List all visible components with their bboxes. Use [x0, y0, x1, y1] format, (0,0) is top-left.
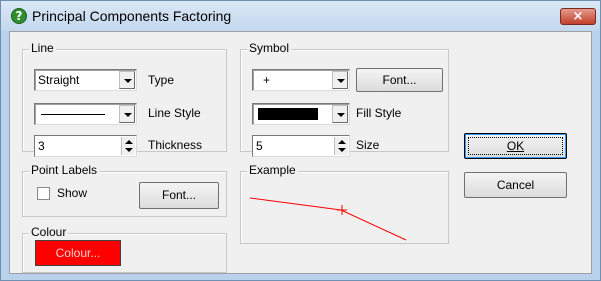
dialog-window: ? Principal Components Factoring × Line …	[0, 0, 601, 281]
line-type-label: Type	[148, 73, 175, 87]
focus-rect	[468, 137, 563, 155]
title-bar[interactable]: ? Principal Components Factoring ×	[1, 1, 600, 31]
spin-down-icon[interactable]	[125, 148, 133, 152]
line-type-select[interactable]: Straight	[34, 69, 137, 91]
example-line	[249, 197, 407, 241]
example-group-label: Example	[247, 163, 298, 177]
fill-style-sample	[258, 108, 318, 120]
size-value: 5	[256, 139, 263, 153]
help-icon: ?	[11, 8, 27, 24]
colour-group-label: Colour	[29, 225, 69, 239]
thickness-label: Thickness	[148, 138, 203, 152]
spin-up-icon[interactable]	[338, 140, 346, 144]
symbol-font-button[interactable]: Font...	[356, 68, 443, 92]
chevron-down-icon[interactable]	[119, 71, 135, 89]
window-title: Principal Components Factoring	[32, 8, 232, 24]
colour-button[interactable]: Colour...	[35, 240, 121, 266]
spin-up-icon[interactable]	[125, 140, 133, 144]
symbol-group-label: Symbol	[247, 41, 292, 55]
cancel-button[interactable]: Cancel	[464, 172, 567, 198]
symbol-value: +	[263, 73, 271, 87]
fill-style-label: Fill Style	[356, 106, 402, 120]
spin-down-icon[interactable]	[338, 148, 346, 152]
dialog-client-area: Line Straight Type Line Style 3 Thicknes…	[9, 31, 592, 274]
show-labels-label: Show	[57, 186, 88, 200]
line-style-select[interactable]	[34, 103, 137, 125]
show-labels-checkbox[interactable]	[37, 187, 50, 200]
example-preview	[249, 197, 407, 241]
chevron-down-icon[interactable]	[332, 105, 348, 123]
close-button[interactable]: ×	[560, 8, 596, 25]
symbol-font-label: Font...	[382, 73, 417, 87]
cancel-label: Cancel	[496, 178, 535, 192]
line-type-value: Straight	[38, 73, 80, 87]
chevron-down-icon[interactable]	[332, 71, 348, 89]
ok-button[interactable]: OK	[464, 133, 567, 159]
point-labels-font-label: Font...	[161, 188, 196, 202]
colour-button-label: Colour...	[55, 246, 101, 260]
spin-arrows[interactable]	[121, 137, 135, 155]
thickness-value: 3	[38, 139, 45, 153]
line-style-label: Line Style	[148, 106, 201, 120]
fill-style-select[interactable]	[252, 103, 350, 125]
line-group-label: Line	[29, 41, 56, 55]
point-labels-font-button[interactable]: Font...	[139, 182, 219, 209]
size-label: Size	[356, 138, 380, 152]
thickness-spinner[interactable]: 3	[34, 135, 137, 157]
chevron-down-icon[interactable]	[119, 105, 135, 123]
point-labels-group-label: Point Labels	[29, 163, 100, 177]
line-style-sample	[41, 114, 105, 115]
size-spinner[interactable]: 5	[252, 135, 350, 157]
spin-arrows[interactable]	[334, 137, 348, 155]
symbol-select[interactable]: +	[252, 69, 350, 91]
